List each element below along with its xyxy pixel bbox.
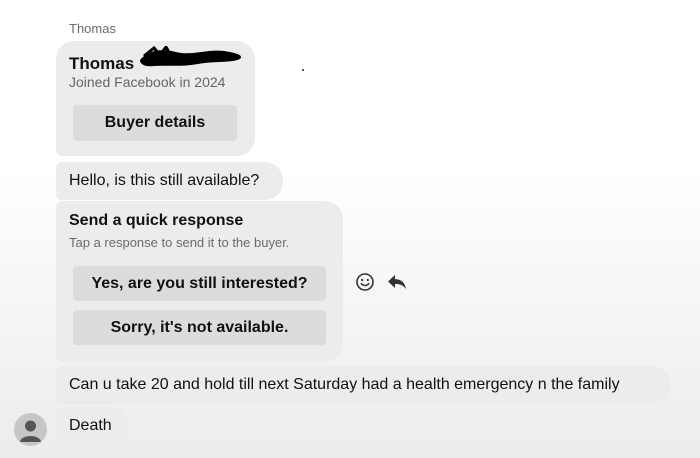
stray-dot (302, 69, 304, 71)
buyer-details-button[interactable]: Buyer details (73, 105, 237, 141)
profile-card: Thomas Joined Facebook in 2024 Buyer det… (56, 41, 255, 156)
quick-response-title: Send a quick response (69, 212, 244, 229)
quick-response-card: Send a quick response Tap a response to … (56, 201, 343, 362)
redaction-mark (136, 44, 246, 75)
quick-response-yes-button[interactable]: Yes, are you still interested? (73, 266, 326, 301)
sender-name: Thomas (69, 21, 116, 36)
profile-name: Thomas (69, 53, 135, 73)
message-bubble[interactable]: Hello, is this still available? (56, 162, 283, 200)
joined-date: Joined Facebook in 2024 (69, 74, 226, 90)
person-icon (20, 420, 41, 442)
avatar[interactable] (14, 413, 47, 446)
message-hover-actions (354, 271, 408, 293)
message-text: Hello, is this still available? (69, 172, 260, 189)
message-bubble[interactable]: Death (56, 407, 128, 445)
reply-icon[interactable] (386, 271, 408, 293)
emoji-icon[interactable] (354, 271, 376, 293)
quick-response-subtitle: Tap a response to send it to the buyer. (69, 235, 290, 250)
message-bubble[interactable]: Can u take 20 and hold till next Saturda… (56, 366, 670, 404)
quick-response-sorry-button[interactable]: Sorry, it's not available. (73, 310, 326, 345)
message-text: Can u take 20 and hold till next Saturda… (69, 376, 620, 393)
message-text: Death (69, 417, 112, 434)
